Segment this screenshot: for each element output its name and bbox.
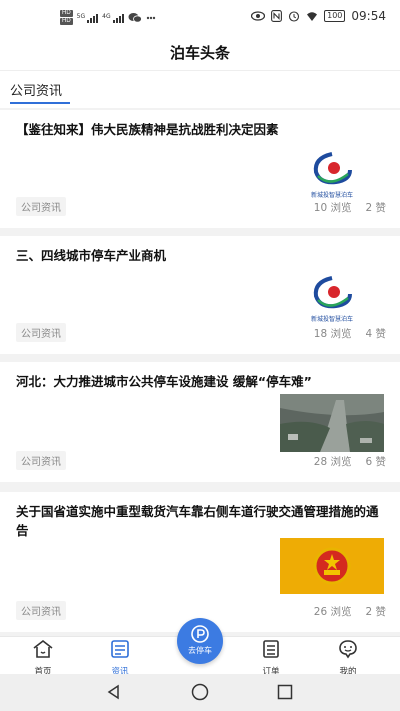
article-card-4[interactable]: 关于国省道实施中重型载货汽车靠右侧车道行驶交通管理措施的通告 公司资讯 26 浏…	[0, 492, 400, 632]
chat-profile-icon	[339, 640, 357, 659]
status-bar: HD HD 5G 4G 100 09:54	[0, 0, 400, 36]
like-count: 2 赞	[365, 606, 386, 618]
article-stats: 10 浏览 2 赞	[314, 200, 386, 215]
more-notifications-icon	[146, 16, 155, 19]
hd-badge-bottom: HD	[60, 18, 73, 25]
signal-icon-1: 5G	[76, 12, 99, 23]
article-thumbnail-emblem	[280, 538, 384, 594]
nav-mine[interactable]: 我的	[318, 639, 378, 677]
article-category-tag: 公司资讯	[16, 197, 66, 216]
go-park-button[interactable]: 去停车	[177, 618, 223, 664]
status-right: 100 09:54	[251, 9, 386, 23]
recents-icon[interactable]	[277, 684, 293, 700]
like-count: 4 赞	[365, 328, 386, 340]
signal-icon-2: 4G	[102, 12, 124, 23]
home-icon	[33, 639, 53, 658]
go-park-label: 去停车	[188, 646, 212, 655]
article-card-3[interactable]: 河北：大力推进城市公共停车设施建设 缓解“停车难” 公司资讯 28 浏览 6 赞	[0, 362, 400, 482]
view-count: 10 浏览	[313, 202, 352, 214]
view-count: 26 浏览	[313, 606, 352, 618]
article-stats: 26 浏览 2 赞	[314, 604, 386, 619]
nav-home[interactable]: 首页	[13, 639, 73, 677]
page-title: 泊车头条	[169, 44, 230, 62]
tab-active-indicator	[10, 102, 70, 104]
parking-icon	[191, 625, 209, 643]
article-stats: 28 浏览 6 赞	[314, 454, 386, 469]
article-category-tag: 公司资讯	[16, 451, 66, 470]
hd-indicator: HD HD	[60, 10, 73, 25]
clock: 09:54	[351, 9, 386, 23]
article-thumbnail-logo: 新城投智慧泊车	[280, 272, 384, 328]
article-category-tag: 公司资讯	[16, 323, 66, 342]
article-stats: 18 浏览 4 赞	[314, 326, 386, 341]
home-circle-icon[interactable]	[191, 683, 209, 701]
battery-indicator: 100	[324, 10, 346, 22]
wechat-icon	[128, 13, 142, 23]
article-title[interactable]: 河北：大力推进城市公共停车设施建设 缓解“停车难”	[16, 372, 386, 391]
network-type-1: 5G	[76, 12, 86, 20]
system-navigation-bar	[0, 674, 400, 711]
like-count: 6 赞	[365, 456, 386, 468]
category-tabs: 公司资讯	[0, 70, 400, 108]
tab-company-news[interactable]: 公司资讯	[10, 80, 62, 99]
like-count: 2 赞	[365, 202, 386, 214]
back-icon[interactable]	[106, 684, 122, 700]
article-thumbnail-logo: 新城投智慧泊车	[280, 148, 384, 204]
network-type-2: 4G	[102, 12, 111, 20]
orders-icon	[263, 640, 279, 658]
eye-icon	[251, 11, 266, 21]
article-card-2[interactable]: 三、四线城市停车产业商机 新城投智慧泊车 公司资讯 18 浏览 4 赞	[0, 236, 400, 354]
nav-orders[interactable]: 订单	[241, 639, 301, 677]
article-title[interactable]: 三、四线城市停车产业商机	[16, 246, 386, 265]
article-category-tag: 公司资讯	[16, 601, 66, 620]
nfc-icon	[271, 10, 283, 22]
view-count: 18 浏览	[313, 328, 352, 340]
news-icon	[111, 640, 129, 658]
view-count: 28 浏览	[313, 456, 352, 468]
hd-badge-top: HD	[60, 10, 73, 17]
nav-news[interactable]: 资讯	[90, 639, 150, 677]
article-title[interactable]: 【鉴往知来】伟大民族精神是抗战胜利决定因素	[16, 120, 386, 139]
alarm-icon	[289, 11, 300, 22]
wifi-icon	[307, 12, 318, 21]
thumb-caption: 新城投智慧泊车	[311, 315, 353, 323]
status-left: HD HD 5G 4G	[60, 10, 156, 25]
article-thumbnail-photo	[280, 394, 384, 452]
thumb-caption: 新城投智慧泊车	[311, 191, 353, 199]
article-title[interactable]: 关于国省道实施中重型载货汽车靠右侧车道行驶交通管理措施的通告	[16, 502, 386, 540]
app-header: 泊车头条	[0, 36, 400, 70]
article-card-1[interactable]: 【鉴往知来】伟大民族精神是抗战胜利决定因素 新城投智慧泊车 公司资讯 10 浏览…	[0, 110, 400, 228]
